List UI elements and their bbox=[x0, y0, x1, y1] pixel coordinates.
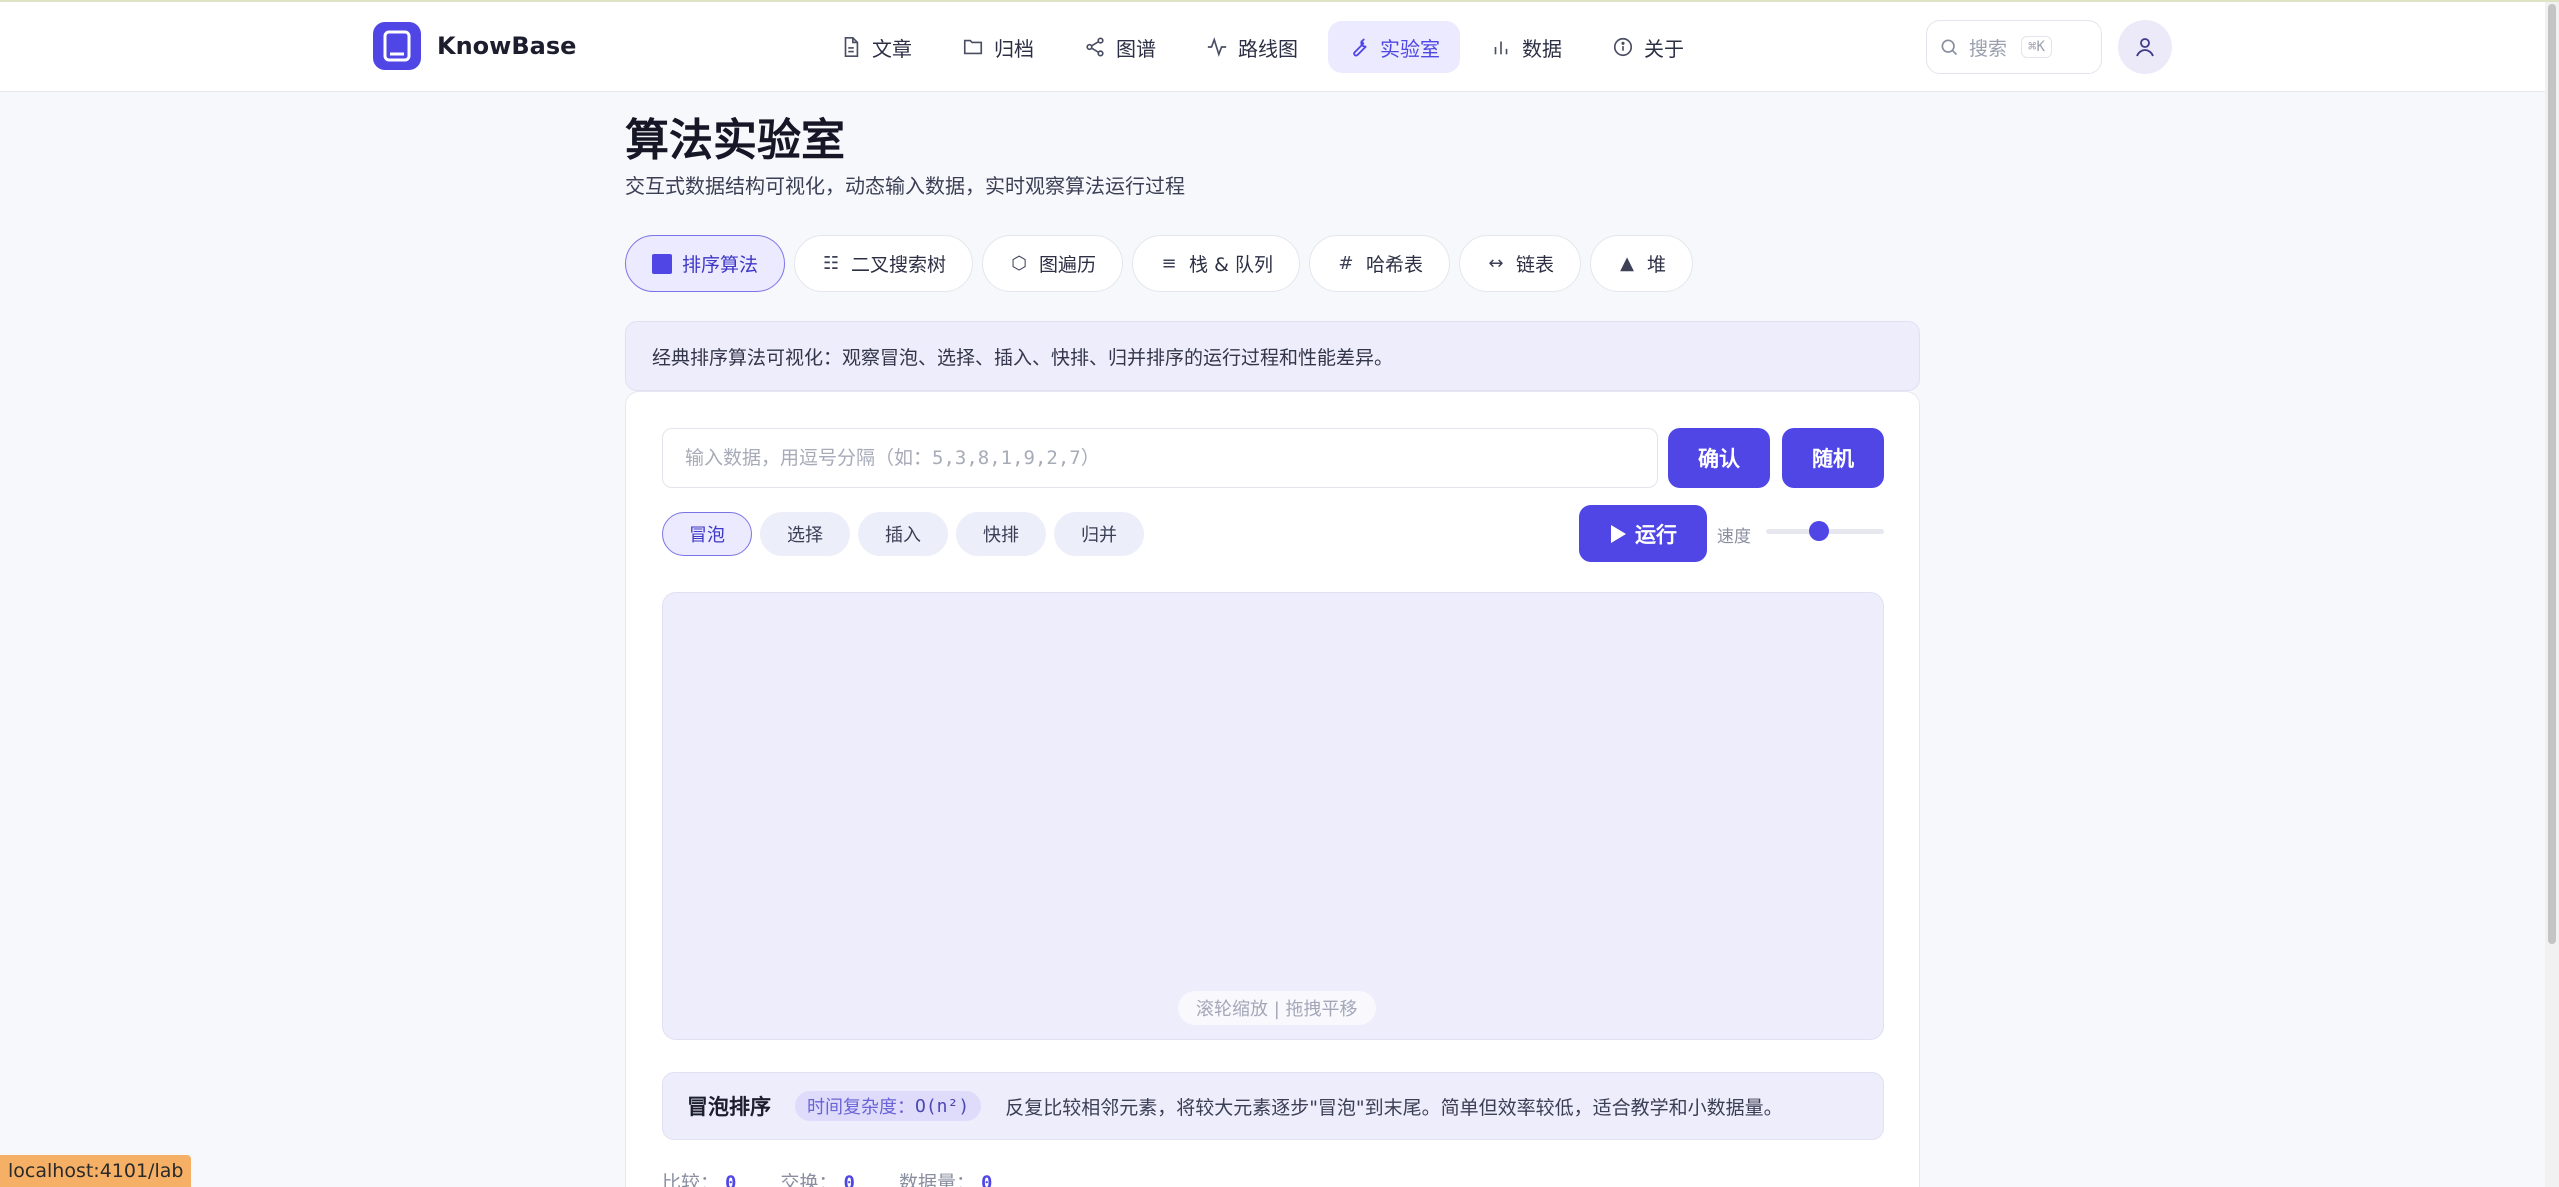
tab-graph-traversal[interactable]: ⬡ 图遍历 bbox=[982, 235, 1124, 292]
nav-item-articles[interactable]: 文章 bbox=[820, 21, 932, 73]
status-bar-url: localhost:4101/lab bbox=[0, 1155, 192, 1187]
search-box[interactable]: 搜索 ⌘K bbox=[1926, 20, 2102, 74]
scrollbar-thumb[interactable] bbox=[2548, 4, 2556, 944]
hash-icon: # bbox=[1338, 253, 1354, 274]
search-icon bbox=[1941, 39, 1958, 56]
nav-label: 文章 bbox=[872, 36, 912, 61]
tab-linked-list[interactable]: ↔ 链表 bbox=[1458, 235, 1581, 292]
algo-insertion[interactable]: 插入 bbox=[858, 512, 948, 556]
nav-item-graph[interactable]: 图谱 bbox=[1064, 21, 1176, 73]
tab-hash-table[interactable]: # 哈希表 bbox=[1308, 235, 1450, 292]
tab-label: 哈希表 bbox=[1365, 254, 1423, 276]
page-subtitle: 交互式数据结构可视化，动态输入数据，实时观察算法运行过程 bbox=[625, 174, 1185, 198]
nav-item-about[interactable]: 关于 bbox=[1592, 21, 1704, 73]
nav-item-archive[interactable]: 归档 bbox=[942, 21, 1054, 73]
activity-icon bbox=[1207, 37, 1227, 57]
algo-selection[interactable]: 选择 bbox=[760, 512, 850, 556]
canvas-hint: 滚轮缩放 | 拖拽平移 bbox=[1178, 991, 1376, 1025]
info-icon bbox=[1613, 37, 1633, 57]
bar-chart-icon bbox=[1494, 41, 1508, 55]
nav-label: 路线图 bbox=[1238, 36, 1298, 61]
algorithm-info: 冒泡排序 时间复杂度： O(n²) 反复比较相邻元素，将较大元素逐步"冒泡"到末… bbox=[662, 1072, 1884, 1140]
stats-row: 比较： 0 交换： 0 数据量： 0 bbox=[662, 1168, 992, 1187]
tab-label: 栈 & 队列 bbox=[1189, 254, 1273, 276]
tab-heap[interactable]: ▲ 堆 bbox=[1589, 235, 1693, 292]
document-icon bbox=[844, 37, 859, 57]
stat-comparisons: 比较： 0 bbox=[662, 1168, 736, 1187]
sorting-panel: 确认 随机 冒泡 选择 插入 快排 归并 运行 速度 滚轮缩放 | 拖拽平移 冒… bbox=[625, 391, 1920, 1187]
speed-slider[interactable] bbox=[1766, 520, 1884, 542]
tab-label: 图遍历 bbox=[1039, 254, 1097, 276]
stat-label: 比较： bbox=[662, 1172, 720, 1187]
stat-size: 数据量： 0 bbox=[899, 1168, 992, 1187]
random-button[interactable]: 随机 bbox=[1782, 428, 1884, 488]
tab-stack-queue[interactable]: ≡ 栈 & 队列 bbox=[1132, 235, 1300, 292]
run-button[interactable]: 运行 bbox=[1579, 505, 1707, 562]
algo-merge[interactable]: 归并 bbox=[1054, 512, 1144, 556]
share-graph-icon bbox=[1086, 37, 1104, 57]
wrench-icon bbox=[1353, 38, 1367, 57]
page-title: 算法实验室 bbox=[625, 115, 845, 166]
stat-value: 0 bbox=[843, 1172, 855, 1187]
complexity-badge: 时间复杂度： O(n²) bbox=[795, 1091, 982, 1121]
confirm-button[interactable]: 确认 bbox=[1668, 428, 1770, 488]
speed-thumb[interactable] bbox=[1809, 521, 1830, 541]
nav-label: 关于 bbox=[1644, 36, 1684, 61]
stat-label: 交换： bbox=[780, 1172, 838, 1187]
lines-icon: ≡ bbox=[1161, 253, 1177, 274]
algorithm-name: 冒泡排序 bbox=[687, 1095, 771, 1119]
search-shortcut: ⌘K bbox=[2021, 36, 2052, 58]
brand-name: KnowBase bbox=[437, 32, 577, 60]
top-header: KnowBase 文章 归档 图谱 路线图 实验室 数据 关于 搜索 ⌘K bbox=[0, 2, 2545, 92]
tab-label: 链表 bbox=[1515, 254, 1554, 276]
stat-swaps: 交换： 0 bbox=[780, 1168, 854, 1187]
stat-label: 数据量： bbox=[898, 1172, 975, 1187]
nav-label: 实验室 bbox=[1380, 36, 1440, 61]
arrows-icon: ↔ bbox=[1488, 253, 1504, 274]
tab-sorting[interactable]: 排序算法 bbox=[625, 235, 786, 292]
algorithm-category-tabs: 排序算法 ☷ 二叉搜索树 ⬡ 图遍历 ≡ 栈 & 队列 # 哈希表 ↔ 链表 ▲… bbox=[625, 235, 1693, 292]
nav-item-lab[interactable]: 实验室 bbox=[1328, 21, 1460, 73]
grid-icon: ☷ bbox=[822, 253, 840, 274]
algo-quick[interactable]: 快排 bbox=[956, 512, 1046, 556]
stat-value: 0 bbox=[980, 1172, 993, 1187]
user-icon bbox=[2136, 38, 2154, 57]
brand[interactable]: KnowBase bbox=[373, 22, 576, 70]
algo-bubble[interactable]: 冒泡 bbox=[662, 512, 752, 556]
page-scrollbar[interactable] bbox=[2545, 2, 2559, 1187]
category-description: 经典排序算法可视化：观察冒泡、选择、插入、快排、归并排序的运行过程和性能差异。 bbox=[625, 321, 1920, 391]
nav-item-roadmap[interactable]: 路线图 bbox=[1186, 21, 1318, 73]
complexity-label: 时间复杂度： bbox=[807, 1097, 915, 1118]
algorithm-description: 反复比较相邻元素，将较大元素逐步"冒泡"到末尾。简单但效率较低，适合教学和小数据… bbox=[1005, 1096, 1783, 1119]
tab-label: 排序算法 bbox=[682, 254, 759, 276]
tab-bst[interactable]: ☷ 二叉搜索树 bbox=[794, 235, 974, 292]
run-label: 运行 bbox=[1635, 522, 1677, 547]
triangle-icon: ▲ bbox=[1620, 253, 1634, 274]
data-input-field[interactable] bbox=[662, 428, 1658, 488]
nav-label: 图谱 bbox=[1116, 36, 1156, 61]
complexity-value: O(n²) bbox=[915, 1095, 970, 1117]
user-avatar-button[interactable] bbox=[2118, 20, 2172, 74]
main-nav: 文章 归档 图谱 路线图 实验室 数据 关于 bbox=[820, 21, 1704, 73]
book-logo-icon bbox=[373, 22, 421, 70]
hexagon-icon: ⬡ bbox=[1011, 253, 1027, 274]
speed-label: 速度 bbox=[1717, 527, 1751, 547]
visualization-canvas[interactable]: 滚轮缩放 | 拖拽平移 bbox=[662, 592, 1884, 1040]
stat-value: 0 bbox=[725, 1172, 737, 1187]
folder-icon bbox=[963, 39, 983, 55]
tab-label: 堆 bbox=[1646, 254, 1666, 276]
nav-label: 归档 bbox=[994, 36, 1034, 61]
play-icon bbox=[1611, 524, 1626, 543]
nav-item-data[interactable]: 数据 bbox=[1470, 21, 1582, 73]
square-icon bbox=[652, 253, 672, 274]
algorithm-selector: 冒泡 选择 插入 快排 归并 bbox=[662, 512, 1144, 556]
tab-label: 二叉搜索树 bbox=[851, 254, 947, 276]
nav-label: 数据 bbox=[1522, 36, 1562, 61]
search-label: 搜索 bbox=[1969, 37, 2008, 60]
